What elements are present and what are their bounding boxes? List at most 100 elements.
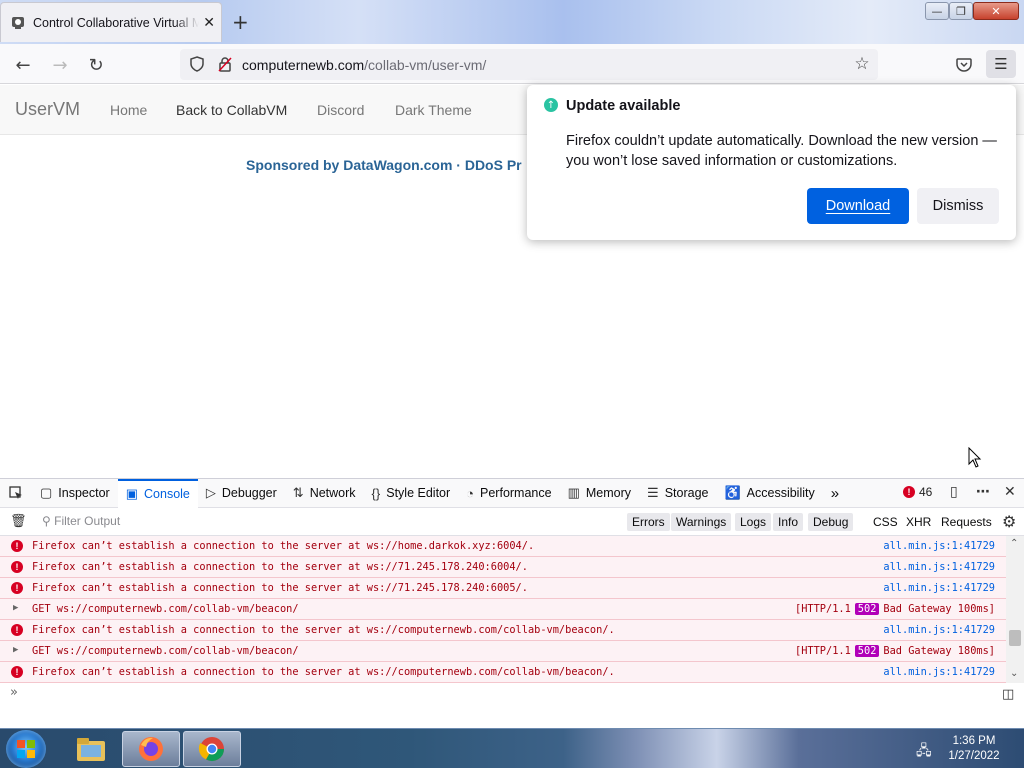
filter-logs-button[interactable]: Logs <box>735 513 772 531</box>
bookmark-star-icon[interactable]: ☆ <box>853 54 871 74</box>
console-error-row[interactable]: ! Firefox can’t establish a connection to… <box>0 536 1006 557</box>
console-error-row[interactable]: ! Firefox can’t establish a connection to… <box>0 557 1006 578</box>
insecure-connection-icon[interactable] <box>216 55 234 73</box>
close-devtools-icon[interactable]: ✕ <box>1004 484 1016 500</box>
error-count: 46 <box>919 485 933 499</box>
element-picker-icon[interactable] <box>0 479 32 508</box>
site-brand[interactable]: UserVM <box>15 99 80 120</box>
download-button[interactable]: Download <box>807 188 909 224</box>
error-icon: ! <box>11 582 23 594</box>
error-icon: ! <box>903 486 915 498</box>
expand-triangle-icon[interactable]: ▶ <box>13 645 18 655</box>
devtools-panel: ▢ Inspector ▣ Console ▷ Debugger ⇅ Network {… <box>0 478 1024 728</box>
tab-label: Style Editor <box>386 486 451 500</box>
console-error-row[interactable]: ! Firefox can’t establish a connection to… <box>0 578 1006 599</box>
devtools-tab-debugger[interactable]: ▷ Debugger <box>198 479 285 508</box>
log-message: GET ws://computernewb.com/collab-vm/beac… <box>32 645 299 657</box>
filter-output-input[interactable]: ⚲ Filter Output <box>42 514 120 528</box>
sponsor-banner[interactable]: Sponsored by DataWagon.com · DDoS Pr <box>246 157 528 173</box>
browser-tab[interactable]: Control Collaborative Virtual Machines! … <box>0 2 222 42</box>
filter-icon: ⚲ <box>42 514 55 528</box>
status-code-badge: 502 <box>854 645 880 657</box>
reload-icon[interactable]: ↻ <box>83 52 109 78</box>
close-window-button[interactable]: ✕ <box>973 2 1019 20</box>
tab-label: Inspector <box>58 486 110 500</box>
filter-warnings-button[interactable]: Warnings <box>671 513 732 531</box>
devtools-tab-network[interactable]: ⇅ Network <box>285 479 364 508</box>
new-tab-icon[interactable]: + <box>232 10 249 34</box>
filter-xhr-button[interactable]: XHR <box>901 513 936 531</box>
minimize-window-button[interactable]: — <box>925 2 949 20</box>
error-count-badge[interactable]: ! 46 <box>903 485 932 499</box>
nav-link-dark-theme[interactable]: Dark Theme <box>395 102 472 118</box>
memory-icon: ▥ <box>567 485 580 500</box>
scrollbar-thumb[interactable] <box>1009 630 1021 646</box>
filter-info-button[interactable]: Info <box>773 513 804 531</box>
clear-console-trash-icon[interactable]: 🗑 <box>10 514 27 529</box>
tab-label: Storage <box>664 486 709 500</box>
console-scrollbar[interactable]: ⌃ ⌄ <box>1006 536 1024 683</box>
log-source-link[interactable]: all.min.js:1:41729 <box>883 666 995 678</box>
nav-link-discord[interactable]: Discord <box>317 102 364 118</box>
forward-icon[interactable]: → <box>47 52 73 78</box>
close-tab-icon[interactable]: ✕ <box>203 15 215 31</box>
popup-message: Firefox couldn’t update automatically. D… <box>566 133 997 169</box>
responsive-design-mode-icon[interactable]: ▯ <box>950 484 958 500</box>
devtools-tab-memory[interactable]: ▥ Memory <box>560 479 639 508</box>
devtools-tab-storage[interactable]: ☰ Storage <box>639 479 716 508</box>
inspector-icon: ▢ <box>40 485 53 500</box>
status-text: Bad Gateway 100ms] <box>883 603 995 615</box>
expand-triangle-icon[interactable]: ▶ <box>13 603 18 613</box>
app-menu-icon[interactable]: ☰ <box>986 50 1016 78</box>
console-icon: ▣ <box>125 486 139 501</box>
nav-link-home[interactable]: Home <box>110 102 147 118</box>
devtools-options-icon[interactable]: ⋯ <box>976 484 990 500</box>
devtools-tab-inspector[interactable]: ▢ Inspector <box>32 479 118 508</box>
log-source-link[interactable]: all.min.js:1:41729 <box>883 624 995 636</box>
devtools-tab-performance[interactable]: ◔ Performance <box>458 479 559 508</box>
console-sidebar-toggle-icon[interactable]: ◫ <box>1002 687 1014 702</box>
filter-requests-button[interactable]: Requests <box>936 513 997 531</box>
console-log: ! Firefox can’t establish a connection to… <box>0 536 1006 683</box>
scroll-down-icon[interactable]: ⌄ <box>1010 668 1018 679</box>
console-network-row[interactable]: ▶ GET ws://computernewb.com/collab-vm/bea… <box>0 599 1006 620</box>
pocket-icon[interactable] <box>951 52 977 78</box>
back-icon[interactable]: ← <box>10 52 36 78</box>
devtools-tab-console[interactable]: ▣ Console <box>117 478 198 508</box>
accessibility-icon: ♿ <box>724 485 741 500</box>
filter-css-button[interactable]: CSS <box>868 513 903 531</box>
log-source-link[interactable]: all.min.js:1:41729 <box>883 561 995 573</box>
http-protocol: [HTTP/1.1 <box>795 603 851 615</box>
url-bar[interactable]: computernewb.com/collab-vm/user-vm/ ☆ <box>180 49 878 80</box>
console-error-row[interactable]: ! Firefox can’t establish a connection to… <box>0 662 1006 683</box>
devtools-tab-style-editor[interactable]: {} Style Editor <box>364 479 459 508</box>
console-error-row[interactable]: ! Firefox can’t establish a connection to… <box>0 620 1006 641</box>
console-settings-gear-icon[interactable]: ⚙ <box>1002 512 1016 531</box>
dismiss-button[interactable]: Dismiss <box>917 188 999 224</box>
devtools-tab-accessibility[interactable]: ♿ Accessibility <box>716 479 822 508</box>
console-input-prompt-icon[interactable]: » <box>10 685 18 700</box>
log-source-link[interactable]: all.min.js:1:41729 <box>883 540 995 552</box>
chrome-taskbar-icon[interactable] <box>183 731 241 767</box>
devtools-tabbar: ▢ Inspector ▣ Console ▷ Debugger ⇅ Network {… <box>0 478 1024 508</box>
storage-icon: ☰ <box>647 485 659 500</box>
nav-link-back-to-collabvm[interactable]: Back to CollabVM <box>176 102 287 118</box>
restore-window-button[interactable]: ❐ <box>949 2 973 20</box>
scroll-up-icon[interactable]: ⌃ <box>1010 538 1018 549</box>
status-text: Bad Gateway 180ms] <box>883 645 995 657</box>
tab-label: Memory <box>585 486 632 500</box>
start-button-windows-icon[interactable] <box>6 730 46 768</box>
filter-errors-button[interactable]: Errors <box>627 513 670 531</box>
log-source-link[interactable]: all.min.js:1:41729 <box>883 582 995 594</box>
firefox-taskbar-icon[interactable] <box>122 731 180 767</box>
tracking-protection-shield-icon[interactable] <box>188 55 206 73</box>
network-tray-icon[interactable]: 🖧 <box>916 740 932 764</box>
file-explorer-taskbar-icon[interactable] <box>62 731 120 767</box>
console-network-row[interactable]: ▶ GET ws://computernewb.com/collab-vm/bea… <box>0 641 1006 662</box>
popup-title: Update available <box>566 98 681 114</box>
more-tabs-chevron-icon[interactable]: » <box>823 479 847 508</box>
taskbar-clock[interactable]: 1:36 PM 1/27/2022 <box>944 734 1004 764</box>
debugger-icon: ▷ <box>205 485 216 500</box>
filter-debug-button[interactable]: Debug <box>808 513 854 531</box>
tab-title: Control Collaborative Virtual Machines! <box>33 15 199 30</box>
